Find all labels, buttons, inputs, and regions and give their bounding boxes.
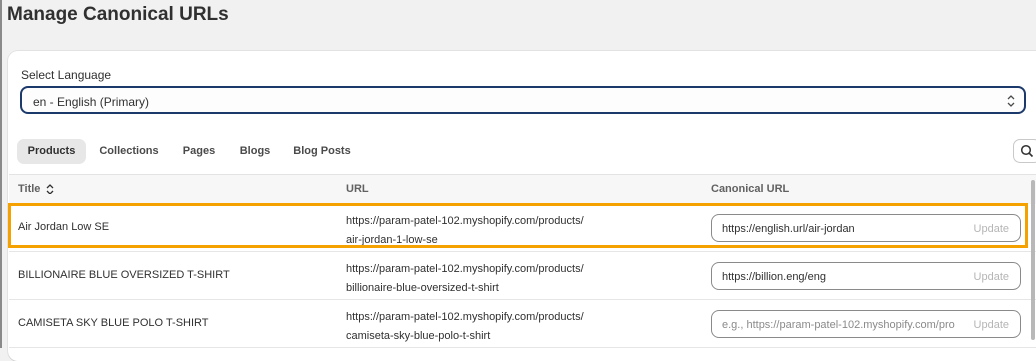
vertical-scrollbar[interactable] <box>1031 180 1035 340</box>
update-button[interactable]: Update <box>974 223 1009 235</box>
table-row: CAMISETA SKY BLUE POLO T-SHIRT https://p… <box>9 300 1036 348</box>
table-row: Air Jordan Low SE https://param-patel-10… <box>9 204 1036 252</box>
search-button[interactable] <box>1013 139 1036 163</box>
window-edge <box>0 0 2 348</box>
canonical-url-input[interactable]: https://billion.eng/eng Update <box>711 262 1021 290</box>
column-url-header: URL <box>346 183 369 195</box>
product-url: https://param-patel-102.myshopify.com/pr… <box>346 263 584 294</box>
product-title: Air Jordan Low SE <box>18 221 110 233</box>
sort-icon[interactable] <box>46 184 54 195</box>
product-url: https://param-patel-102.myshopify.com/pr… <box>346 311 584 342</box>
table-row: BILLIONAIRE BLUE OVERSIZED T-SHIRT https… <box>9 252 1036 300</box>
tab-products[interactable]: Products <box>17 139 86 164</box>
update-button[interactable]: Update <box>974 271 1009 283</box>
product-title: BILLIONAIRE BLUE OVERSIZED T-SHIRT <box>18 269 230 281</box>
product-title: CAMISETA SKY BLUE POLO T-SHIRT <box>18 317 209 329</box>
language-label: Select Language <box>21 68 112 82</box>
language-select[interactable]: en - English (Primary) <box>20 86 1026 114</box>
canonical-url-input[interactable]: e.g., https://param-patel-102.myshopify.… <box>711 310 1021 338</box>
chevron-updown-icon <box>1007 95 1015 107</box>
table-header: Title URL Canonical URL <box>9 174 1036 205</box>
search-icon <box>1020 144 1034 158</box>
update-button[interactable]: Update <box>974 319 1009 331</box>
language-select-value: en - English (Primary) <box>33 95 150 109</box>
tab-blog-posts[interactable]: Blog Posts <box>286 139 358 164</box>
canonical-url-input[interactable]: https://english.url/air-jordan Update <box>711 214 1021 242</box>
tab-collections[interactable]: Collections <box>90 139 168 164</box>
column-title-header[interactable]: Title <box>18 183 54 195</box>
page-title: Manage Canonical URLs <box>7 4 229 25</box>
tab-blogs[interactable]: Blogs <box>230 139 280 164</box>
product-url: https://param-patel-102.myshopify.com/pr… <box>346 215 584 246</box>
column-canonical-header: Canonical URL <box>711 183 790 195</box>
tab-pages[interactable]: Pages <box>174 139 224 164</box>
